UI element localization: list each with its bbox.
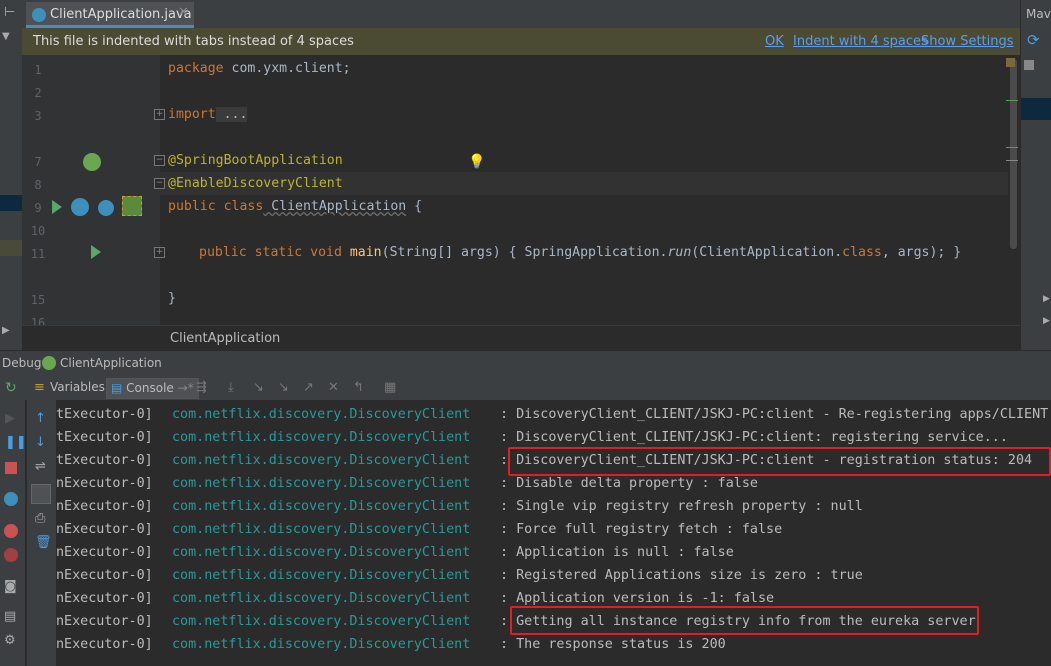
step-out-icon[interactable]: ↗	[303, 381, 314, 395]
step-over-icon[interactable]: ⤓	[228, 381, 234, 395]
maven-panel: Mave ⟳ ▶ ▶	[1020, 0, 1051, 350]
warning-marker[interactable]	[1006, 58, 1015, 67]
stop-icon[interactable]	[5, 462, 17, 474]
line-number: 7	[34, 155, 42, 169]
close-icon[interactable]: ✕	[178, 5, 189, 20]
fold-marker[interactable]: −	[154, 178, 165, 189]
line-number: 9	[34, 201, 42, 215]
code-line: public class ClientApplication {	[168, 199, 423, 214]
force-step-into-icon[interactable]: ↘	[278, 381, 289, 395]
rerun-icon[interactable]: ↻	[5, 381, 17, 395]
refresh-icon[interactable]: ⟳	[1027, 33, 1040, 48]
show-execution-point-icon[interactable]: ⇶	[196, 381, 207, 395]
chevron-right-icon[interactable]: ▶	[1043, 314, 1050, 328]
pin-icon[interactable]: ⊢	[4, 6, 15, 20]
fold-marker[interactable]: +	[154, 247, 165, 258]
java-class-icon	[32, 8, 46, 22]
tab-client-application[interactable]: ClientApplication.java ✕	[26, 2, 194, 28]
spring-boot-icon	[42, 356, 56, 370]
banner-message: This file is indented with tabs instead …	[33, 34, 354, 49]
indent-notification-banner: This file is indented with tabs instead …	[22, 28, 1020, 55]
run-icon[interactable]	[91, 245, 101, 259]
tab-console[interactable]: ▤ Console →*	[106, 378, 199, 399]
show-settings-link[interactable]: Show Settings	[921, 34, 1014, 49]
line-number: 3	[34, 109, 42, 123]
tab-label: ClientApplication.java	[50, 7, 192, 22]
trash-icon[interactable]: 🗑	[35, 536, 52, 550]
spring-bean-icon[interactable]	[83, 153, 101, 171]
caret-marker	[1006, 160, 1018, 161]
print-icon[interactable]: ⎙	[35, 512, 45, 526]
console-toolbar: ↑ ↓ ⇌ ⎙ 🗑	[26, 400, 57, 666]
debug-left-toolbar: ▶ ❚❚ ◙ ▤ ⚙	[0, 400, 27, 666]
project-icon[interactable]	[1024, 60, 1034, 70]
soft-wrap-icon[interactable]: ⇌	[35, 460, 46, 474]
line-number: 10	[30, 224, 46, 238]
arrow-down-icon[interactable]: ↓	[35, 436, 46, 450]
code-line: @SpringBootApplication	[168, 153, 343, 168]
left-tool-strip: ⊢ ▼ ▶	[0, 0, 23, 350]
change-marker	[1006, 147, 1018, 148]
run-icon[interactable]	[52, 200, 62, 214]
debug-title: Debug	[2, 356, 42, 370]
pause-icon[interactable]: ❚❚	[5, 436, 27, 450]
indent-link[interactable]: Indent with 4 spaces	[793, 34, 928, 49]
lightbulb-icon[interactable]: 💡	[468, 154, 485, 170]
chevron-right-icon[interactable]: ▶	[2, 324, 10, 338]
fold-marker[interactable]: −	[154, 155, 165, 166]
bean-icon[interactable]	[122, 196, 142, 216]
line-number: 15	[30, 293, 46, 307]
debug-config-name[interactable]: ClientApplication	[60, 356, 162, 370]
evaluate-icon[interactable]: ▦	[384, 381, 396, 395]
breadcrumb-item[interactable]: ClientApplication	[170, 331, 280, 346]
ok-link[interactable]: OK	[765, 34, 784, 49]
debug-tool-window-header: Debug ClientApplication	[0, 350, 1051, 376]
change-marker	[1006, 100, 1018, 101]
class-icon[interactable]	[98, 200, 114, 216]
selected-item[interactable]	[1021, 98, 1051, 120]
breadcrumb: ClientApplication	[22, 325, 1020, 351]
line-number: 11	[30, 247, 46, 261]
camera-icon[interactable]: ◙	[4, 580, 17, 594]
step-into-icon[interactable]: ↘	[253, 381, 264, 395]
chevron-down-icon[interactable]: ▼	[2, 30, 10, 44]
highlight-box	[510, 606, 979, 635]
line-number: 1	[34, 63, 42, 77]
mute-breakpoints-icon[interactable]	[4, 548, 18, 562]
line-number: 8	[34, 178, 42, 192]
code-line: import ...	[168, 107, 248, 122]
scrollbar-thumb[interactable]	[1010, 59, 1017, 249]
code-line: @EnableDiscoveryClient	[168, 176, 343, 191]
editor-scrollbar[interactable]	[1008, 55, 1020, 325]
tab-console-label: Console	[126, 381, 174, 395]
class-icon[interactable]	[71, 198, 89, 216]
console-icon: ▤	[111, 381, 123, 395]
code-line: }	[168, 291, 176, 306]
resume-icon[interactable]: ▶	[5, 412, 15, 426]
breakpoint-icon[interactable]	[4, 524, 18, 538]
line-number: 2	[34, 86, 42, 100]
line-number: 16	[30, 316, 46, 325]
gear-icon[interactable]: ⚙	[4, 634, 16, 648]
code-line: public static void main(String[] args) {…	[199, 245, 962, 260]
view-breakpoints-icon[interactable]	[4, 492, 18, 506]
layout-icon[interactable]: ▤	[4, 610, 16, 624]
selection-marker	[0, 195, 22, 211]
pin-tab-icon[interactable]: →*	[178, 381, 194, 395]
drop-frame-icon[interactable]: ✕	[328, 381, 339, 395]
highlight-box	[508, 447, 1051, 476]
debug-tabs: ↻ ≡ Variables ▤ Console →* ⇶ ⤓ ↘ ↘ ↗ ✕ ↰…	[0, 375, 1051, 401]
chevron-right-icon[interactable]: ▶	[1043, 292, 1050, 306]
variables-icon: ≡	[34, 380, 45, 395]
run-to-cursor-icon[interactable]: ↰	[353, 381, 364, 395]
scroll-to-end-icon[interactable]	[31, 484, 51, 504]
maven-panel-title[interactable]: Mave	[1026, 7, 1051, 21]
selection-marker	[0, 240, 22, 256]
arrow-up-icon[interactable]: ↑	[35, 412, 46, 426]
tab-variables[interactable]: Variables	[46, 378, 109, 397]
fold-marker[interactable]: +	[154, 109, 165, 120]
code-line: package com.yxm.client;	[168, 61, 351, 76]
